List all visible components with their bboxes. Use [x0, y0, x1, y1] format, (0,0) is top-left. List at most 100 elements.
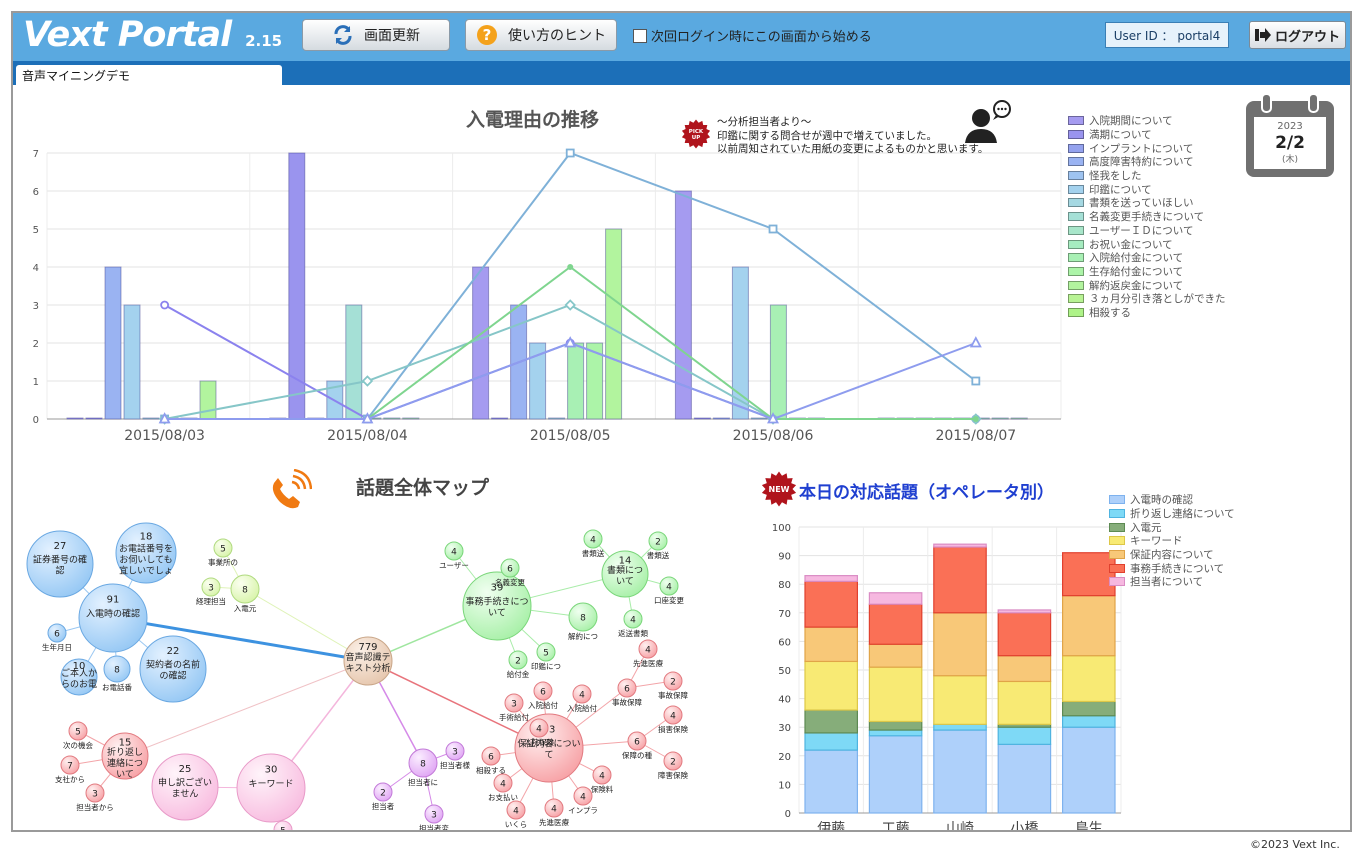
- topic-node[interactable]: 27証券番号の確認: [26, 530, 94, 598]
- trend-legend-item[interactable]: 怪我をした: [1068, 169, 1226, 183]
- start-here-option[interactable]: 次回ログイン時にこの画面から始める: [633, 26, 872, 45]
- trend-legend-item[interactable]: ユーザーＩＤについて: [1068, 224, 1226, 238]
- hint-button[interactable]: ? 使い方のヒント: [465, 19, 617, 51]
- legend-swatch: [1109, 563, 1125, 573]
- topic-node[interactable]: 4 保険料: [591, 765, 614, 794]
- topic-node[interactable]: 3 担当者から: [76, 783, 114, 812]
- topic-node[interactable]: 4 入院給付: [567, 684, 597, 713]
- trend-legend-item[interactable]: インプラントについて: [1068, 141, 1226, 155]
- logo-text: Vext Portal: [23, 15, 232, 55]
- operator-legend-item[interactable]: キーワード: [1109, 534, 1235, 548]
- legend-swatch: [1068, 225, 1084, 235]
- topic-node[interactable]: 4 書類送: [582, 529, 605, 558]
- refresh-button[interactable]: 画面更新: [302, 19, 450, 51]
- topic-node[interactable]: 4 損害保険: [658, 705, 688, 734]
- topic-node-label: 入電元: [234, 604, 257, 613]
- topic-node[interactable]: 5 印鑑につ: [531, 642, 561, 671]
- topic-node-count: 18: [140, 532, 153, 543]
- topic-node-count: 5: [75, 728, 81, 738]
- topic-node[interactable]: 6 相殺する: [476, 746, 506, 775]
- logout-button[interactable]: ログアウト: [1249, 21, 1346, 49]
- stacked-x-tick-label: 鳥生: [1075, 821, 1103, 831]
- operator-legend-item[interactable]: 入電時の確認: [1109, 493, 1235, 507]
- trend-legend-item[interactable]: 満期について: [1068, 128, 1226, 142]
- topic-node[interactable]: 3 手術給付: [499, 693, 529, 722]
- topic-node[interactable]: 2 事故保障: [658, 671, 688, 700]
- topic-node[interactable]: 4 ユーザー: [439, 541, 469, 570]
- topic-node[interactable]: 25申し訳ございません: [151, 753, 219, 821]
- stacked-bar-segment: [868, 720, 923, 731]
- stacked-bar-segment: [1062, 726, 1116, 814]
- operator-legend-item[interactable]: 入電元: [1109, 520, 1235, 534]
- topic-node[interactable]: 4 お支払い: [488, 773, 518, 802]
- topic-node[interactable]: 8 担当者に: [408, 748, 438, 787]
- topic-node[interactable]: 2 書類送: [647, 531, 670, 560]
- topic-node[interactable]: 4 先進医療: [539, 798, 569, 827]
- topic-node[interactable]: 6 入院給付: [528, 681, 558, 710]
- topic-node-label: 音声認識テキスト分析: [345, 651, 390, 674]
- topic-node[interactable]: 4 いくら: [505, 800, 528, 829]
- topic-node[interactable]: 8 入電元: [230, 574, 260, 613]
- topic-node-label: ユーザー: [439, 561, 469, 570]
- trend-legend-item[interactable]: 書類を送っていほしい: [1068, 196, 1226, 210]
- operator-legend-item[interactable]: 保証内容について: [1109, 548, 1235, 562]
- topic-node[interactable]: 6 事故保障: [612, 678, 642, 707]
- topic-node-label: 保険料: [591, 784, 614, 794]
- topic-node[interactable]: 5 事業所の: [208, 538, 238, 567]
- operator-legend-item[interactable]: 事務手続きについて: [1109, 561, 1235, 575]
- calendar-widget: 2023 2/2 (木): [1244, 93, 1336, 179]
- topic-node[interactable]: 3 担当者変: [419, 804, 449, 831]
- topic-node[interactable]: 15折り返し連絡について: [101, 732, 149, 780]
- start-here-checkbox[interactable]: [633, 28, 647, 43]
- topic-node[interactable]: 53保証内容について: [514, 713, 584, 783]
- trend-bar: [548, 417, 566, 420]
- topic-node[interactable]: 3 経理担当: [196, 577, 226, 606]
- refresh-icon: [334, 25, 352, 45]
- topic-node[interactable]: 14書類について: [601, 550, 649, 598]
- app-logo: Vext Portal 2.15: [23, 15, 282, 57]
- topic-node[interactable]: 91入電時の確認: [78, 583, 148, 653]
- topic-node[interactable]: 779音声認識テキスト分析: [343, 636, 393, 686]
- topic-node[interactable]: 5 次の機会: [63, 721, 93, 750]
- trend-legend-item[interactable]: 生存給付金について: [1068, 265, 1226, 279]
- topic-node[interactable]: 5少々お待: [268, 820, 298, 831]
- topic-node[interactable]: 8 お電話番: [102, 655, 132, 692]
- topic-node[interactable]: 4 口座変更: [654, 576, 684, 605]
- topic-node[interactable]: 2 給付金: [507, 650, 530, 679]
- topic-node[interactable]: 2 障害保険: [658, 751, 688, 780]
- topic-node[interactable]: 6 生年月日: [42, 623, 72, 652]
- trend-bar: [85, 417, 103, 420]
- topic-node[interactable]: 2 担当者: [372, 782, 395, 811]
- topic-node-count: 5: [543, 649, 549, 659]
- trend-bar: [142, 417, 160, 420]
- topic-node[interactable]: 4 返送書類: [618, 609, 648, 638]
- topic-node[interactable]: 8 解約につ: [568, 602, 598, 641]
- topic-node[interactable]: 22契約者の名前の確認: [139, 635, 207, 703]
- stacked-bar-segment: [933, 546, 987, 614]
- operator-legend-item[interactable]: 折り返し連絡について: [1109, 507, 1235, 521]
- topic-node[interactable]: 6 保障の種: [622, 731, 652, 760]
- trend-bar: [491, 417, 509, 420]
- trend-legend-item[interactable]: 入院期間について: [1068, 114, 1226, 128]
- topic-node[interactable]: 4 先進医療: [633, 639, 663, 668]
- topic-node[interactable]: 10ご本人からのお電: [60, 658, 98, 696]
- phone-call-icon: [272, 469, 312, 509]
- topic-node[interactable]: 3 担当者様: [440, 741, 470, 770]
- stacked-bar-segment: [933, 729, 987, 814]
- trend-legend-item[interactable]: ３ヵ月分引き落としができた: [1068, 292, 1226, 306]
- tab-voice-mining-demo[interactable]: 音声マイニングデモ: [16, 65, 282, 85]
- trend-legend-item[interactable]: 高度障害特約について: [1068, 155, 1226, 169]
- topic-node[interactable]: 30 キーワード: [236, 753, 306, 823]
- topic-node[interactable]: 7 支社から: [55, 755, 85, 784]
- topic-node[interactable]: 18お電話番号をお伺いしても宜しいでしょ: [115, 522, 177, 584]
- topic-node-label: 事故保障: [658, 690, 688, 700]
- trend-legend-item[interactable]: 解約返戻金について: [1068, 278, 1226, 292]
- trend-legend-item[interactable]: 入院給付金について: [1068, 251, 1226, 265]
- trend-legend-item[interactable]: 名義変更手続きについて: [1068, 210, 1226, 224]
- trend-legend-item[interactable]: お祝い金について: [1068, 237, 1226, 251]
- trend-legend-item[interactable]: 印鑑について: [1068, 182, 1226, 196]
- trend-legend-item[interactable]: 相殺する: [1068, 306, 1226, 320]
- stacked-bar-segment: [933, 612, 987, 677]
- operator-legend-item[interactable]: 担当者について: [1109, 575, 1235, 589]
- trend-bar: [1010, 417, 1028, 420]
